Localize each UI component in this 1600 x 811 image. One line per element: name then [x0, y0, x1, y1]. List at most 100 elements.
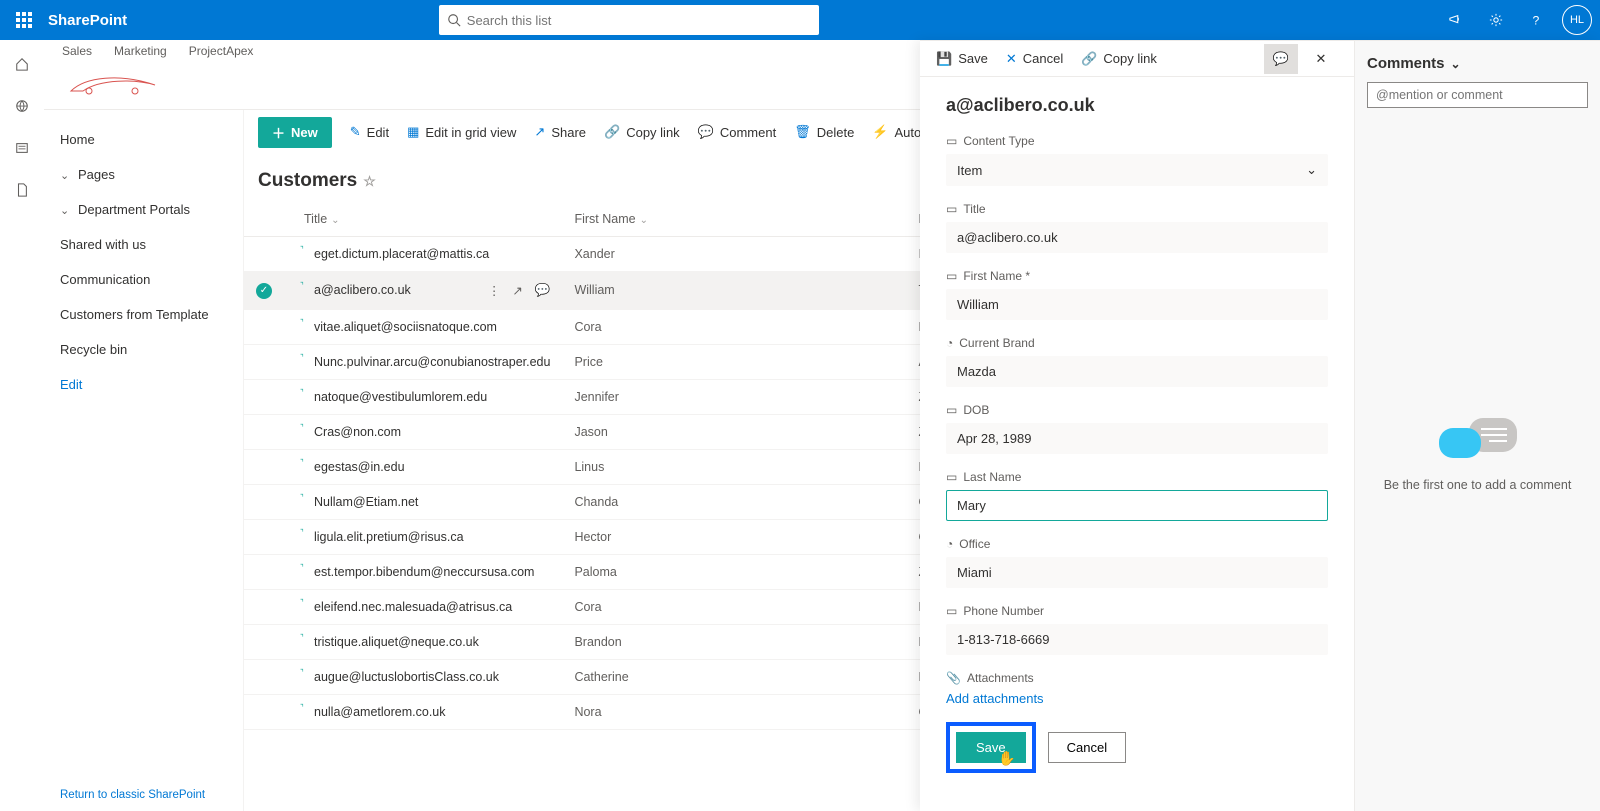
panel-copylink-button[interactable]: 🔗Copy link [1081, 51, 1157, 67]
row-select-cell[interactable] [244, 659, 292, 694]
news-icon[interactable] [12, 138, 32, 158]
row-select-cell[interactable] [244, 344, 292, 379]
help-icon[interactable]: ? [1522, 6, 1550, 34]
nav-department-portals[interactable]: ⌄Department Portals [60, 192, 243, 227]
ellipsis-icon[interactable]: ⋮ [488, 283, 501, 298]
comment-icon[interactable]: 💬 [535, 283, 551, 298]
firstname-value[interactable]: William [946, 289, 1328, 320]
nav-pages[interactable]: ⌄ Pages [60, 157, 243, 192]
site-tab-projectapex[interactable]: ProjectApex [189, 44, 254, 58]
favorite-icon[interactable]: ☆ [363, 173, 376, 189]
row-title-cell[interactable]: ⌝tristique.aliquet@neque.co.uk [292, 624, 562, 659]
row-title-cell[interactable]: ⌝a@aclibero.co.uk⋮↗💬 [292, 272, 562, 310]
row-select-cell[interactable] [244, 449, 292, 484]
link-icon: 🔗 [604, 124, 620, 140]
nav-pages-label: Pages [78, 167, 115, 182]
panel-copylink-label: Copy link [1103, 51, 1156, 66]
nav-home[interactable]: Home [60, 122, 243, 157]
nav-shared[interactable]: Shared with us [60, 227, 243, 262]
new-button[interactable]: ＋ New [258, 117, 332, 148]
comment-toggle[interactable]: 💬 [1264, 44, 1298, 74]
row-select-cell[interactable] [244, 624, 292, 659]
col-title[interactable]: Title⌄ [292, 202, 562, 237]
office-value[interactable]: Miami [946, 557, 1328, 588]
site-tab-marketing[interactable]: Marketing [114, 44, 167, 58]
search-input[interactable] [467, 13, 811, 28]
row-select-cell[interactable] [244, 589, 292, 624]
share-icon[interactable]: ↗ [512, 283, 522, 298]
suite-header: SharePoint ? HL [0, 0, 1600, 40]
row-title-cell[interactable]: ⌝vitae.aliquet@sociisnatoque.com [292, 309, 562, 344]
new-label: New [291, 125, 318, 140]
plus-icon: ＋ [272, 123, 285, 142]
nav-communication[interactable]: Communication [60, 262, 243, 297]
copylink-button[interactable]: 🔗Copy link [604, 124, 680, 140]
row-select-cell[interactable] [244, 484, 292, 519]
row-title-cell[interactable]: ⌝nulla@ametlorem.co.uk [292, 694, 562, 729]
panel-body: a@aclibero.co.uk ▭Content Type Item⌄ ▭Ti… [920, 77, 1354, 811]
row-title-cell[interactable]: ⌝Nunc.pulvinar.arcu@conubianostraper.edu [292, 344, 562, 379]
search-box[interactable] [439, 5, 819, 35]
return-classic-link[interactable]: Return to classic SharePoint [60, 789, 205, 801]
phone-value[interactable]: 1-813-718-6669 [946, 624, 1328, 655]
brand-value[interactable]: Mazda [946, 356, 1328, 387]
row-first-cell: Brandon [562, 624, 906, 659]
row-select-cell[interactable] [244, 237, 292, 272]
row-title-cell[interactable]: ⌝natoque@vestibulumlorem.edu [292, 379, 562, 414]
comments-heading[interactable]: Comments⌄ [1367, 55, 1588, 72]
col-first[interactable]: First Name⌄ [562, 202, 906, 237]
row-select-cell[interactable] [244, 694, 292, 729]
text-icon: ▭ [946, 470, 957, 484]
title-value[interactable]: a@aclibero.co.uk [946, 222, 1328, 253]
globe-icon[interactable] [12, 96, 32, 116]
share-button[interactable]: ↗Share [534, 124, 586, 140]
list-title-text: Customers [258, 170, 357, 191]
nav-edit[interactable]: Edit [60, 367, 243, 402]
comment-input[interactable] [1367, 82, 1588, 108]
col-title-label: Title [304, 212, 327, 226]
cancel-button[interactable]: Cancel [1048, 732, 1126, 763]
row-title-cell[interactable]: ⌝eleifend.nec.malesuada@atrisus.ca [292, 589, 562, 624]
delete-button[interactable]: 🗑Delete [794, 124, 854, 140]
row-first-cell: Chanda [562, 484, 906, 519]
row-title-cell[interactable]: ⌝est.tempor.bibendum@neccursusa.com [292, 554, 562, 589]
add-attachments-link[interactable]: Add attachments [946, 691, 1328, 706]
new-indicator-icon: ⌝ [300, 493, 304, 502]
app-launcher[interactable] [8, 4, 40, 36]
row-select-cell[interactable] [244, 414, 292, 449]
save-button[interactable]: Save✋ [956, 732, 1026, 763]
row-title-cell[interactable]: ⌝eget.dictum.placerat@mattis.ca [292, 237, 562, 272]
row-first-cell: Cora [562, 309, 906, 344]
row-title-cell[interactable]: ⌝Cras@non.com [292, 414, 562, 449]
edit-button[interactable]: ✎Edit [350, 124, 389, 140]
settings-icon[interactable] [1482, 6, 1510, 34]
row-select-cell[interactable]: ✓ [244, 272, 292, 310]
lastname-input[interactable] [946, 490, 1328, 521]
user-avatar[interactable]: HL [1562, 5, 1592, 35]
row-select-cell[interactable] [244, 379, 292, 414]
nav-recycle[interactable]: Recycle bin [60, 332, 243, 367]
dob-value[interactable]: Apr 28, 1989 [946, 423, 1328, 454]
home-icon[interactable] [12, 54, 32, 74]
files-icon[interactable] [12, 180, 32, 200]
grid-button[interactable]: ▦Edit in grid view [407, 124, 516, 140]
row-select-cell[interactable] [244, 309, 292, 344]
new-indicator-icon: ⌝ [300, 703, 304, 712]
row-select-cell[interactable] [244, 554, 292, 589]
contenttype-select[interactable]: Item⌄ [946, 154, 1328, 186]
row-title-cell[interactable]: ⌝augue@luctuslobortisClass.co.uk [292, 659, 562, 694]
site-tab-sales[interactable]: Sales [62, 44, 92, 58]
panel-close[interactable]: ✕ [1304, 44, 1338, 74]
row-title-cell[interactable]: ⌝egestas@in.edu [292, 449, 562, 484]
panel-cancel-label: Cancel [1023, 51, 1063, 66]
row-title-cell[interactable]: ⌝ligula.elit.pretium@risus.ca [292, 519, 562, 554]
panel-save-button[interactable]: 💾Save [936, 51, 988, 67]
comment-button[interactable]: 💬Comment [698, 124, 777, 140]
panel-cancel-button[interactable]: ✕Cancel [1006, 51, 1063, 67]
share-label: Share [551, 125, 586, 140]
row-select-cell[interactable] [244, 519, 292, 554]
row-title-cell[interactable]: ⌝Nullam@Etiam.net [292, 484, 562, 519]
chevron-down-icon: ⌄ [60, 169, 74, 182]
megaphone-icon[interactable] [1442, 6, 1470, 34]
nav-customers[interactable]: Customers from Template [60, 297, 243, 332]
